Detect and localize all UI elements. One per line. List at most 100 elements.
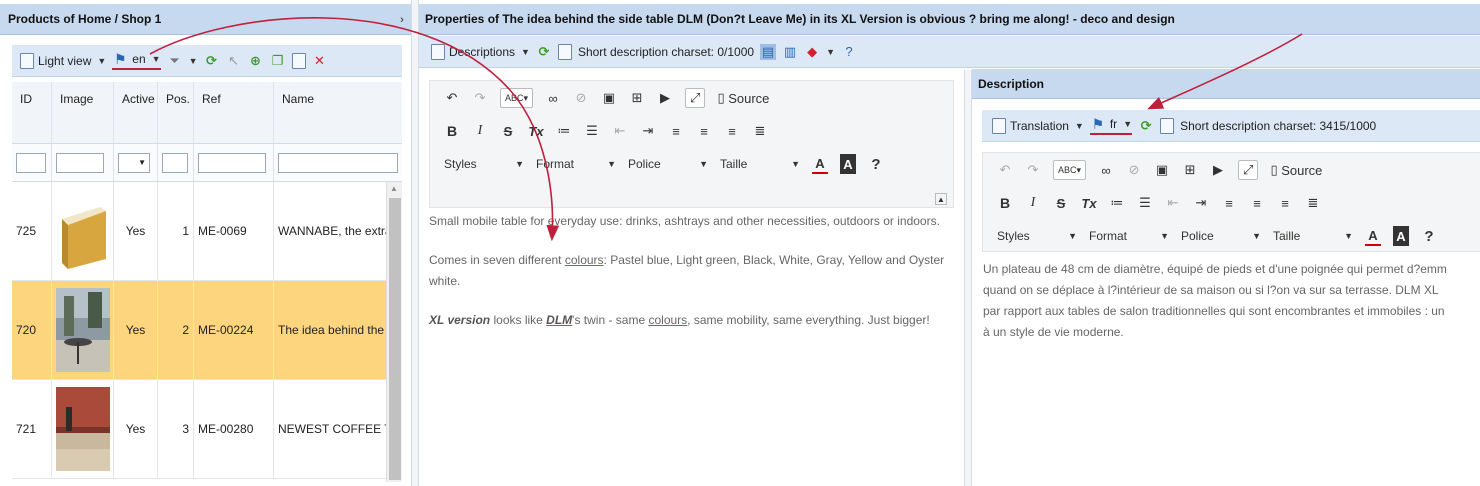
col-header-image[interactable]: Image bbox=[52, 82, 114, 143]
filter-active-select[interactable]: ▼ bbox=[118, 152, 150, 173]
align-right-icon[interactable]: ≡ bbox=[1277, 193, 1293, 213]
editor-content[interactable]: Small mobile table for everyday use: dri… bbox=[429, 211, 954, 349]
col-header-pos[interactable]: Pos. bbox=[158, 82, 194, 143]
page-icon[interactable] bbox=[1160, 117, 1175, 134]
undo-icon[interactable]: ↶ bbox=[444, 88, 460, 108]
description-content[interactable]: Un plateau de 48 cm de diamètre, équipé … bbox=[983, 259, 1480, 343]
view-mode-dropdown[interactable]: Light view ▼ bbox=[20, 52, 106, 69]
col-header-ref[interactable]: Ref bbox=[194, 82, 274, 143]
collapse-arrow-icon[interactable]: › bbox=[394, 12, 410, 28]
bulleted-list-icon[interactable]: ☰ bbox=[1137, 193, 1153, 213]
col-header-id[interactable]: ID bbox=[12, 82, 52, 143]
remove-format-icon[interactable]: Tx bbox=[528, 121, 544, 141]
bulleted-list-icon[interactable]: ☰ bbox=[584, 121, 600, 141]
indent-icon[interactable]: ⇥ bbox=[1193, 193, 1209, 213]
refresh-icon[interactable]: ⟳ bbox=[1138, 118, 1154, 134]
strikethrough-button[interactable]: S bbox=[500, 121, 516, 141]
link-icon[interactable]: ∞ bbox=[1098, 160, 1114, 180]
strikethrough-button[interactable]: S bbox=[1053, 193, 1069, 213]
styles-combo[interactable]: Styles ▼ bbox=[444, 157, 524, 171]
table-row[interactable]: 720 Yes 2 ME-00224 The idea behind the bbox=[12, 281, 386, 380]
duplicate-icon[interactable]: ❐ bbox=[270, 53, 286, 69]
scroll-up-icon[interactable]: ▲ bbox=[390, 184, 398, 193]
refresh-icon[interactable]: ⟳ bbox=[536, 44, 552, 60]
align-right-icon[interactable]: ≡ bbox=[724, 121, 740, 141]
link-icon[interactable]: ∞ bbox=[545, 88, 561, 108]
translation-dropdown[interactable]: Translation ▼ bbox=[992, 117, 1084, 134]
styles-combo[interactable]: Styles ▼ bbox=[997, 229, 1077, 243]
italic-button[interactable]: I bbox=[1025, 193, 1041, 213]
col-header-name[interactable]: Name bbox=[274, 82, 402, 143]
align-left-icon[interactable]: ≡ bbox=[668, 121, 684, 141]
redo-icon[interactable]: ↷ bbox=[472, 88, 488, 108]
undo-icon[interactable]: ↶ bbox=[997, 160, 1013, 180]
gem-dropdown[interactable]: ◆ ▼ bbox=[804, 44, 835, 60]
image-icon[interactable]: ▣ bbox=[601, 88, 617, 108]
language-dropdown[interactable]: ⚑ fr ▼ bbox=[1089, 116, 1133, 135]
font-combo[interactable]: Police ▼ bbox=[1181, 229, 1261, 243]
numbered-list-icon[interactable]: ≔ bbox=[556, 121, 572, 141]
italic-button[interactable]: I bbox=[472, 121, 488, 141]
remove-format-icon[interactable]: Tx bbox=[1081, 193, 1097, 213]
justify-icon[interactable]: ≣ bbox=[1305, 193, 1321, 213]
bold-button[interactable]: B bbox=[997, 193, 1013, 213]
format-combo[interactable]: Format ▼ bbox=[1089, 229, 1169, 243]
filter-pos-input[interactable] bbox=[162, 152, 188, 173]
maximize-icon[interactable]: ⤢ bbox=[685, 88, 706, 108]
help-icon[interactable]: ? bbox=[1421, 226, 1437, 246]
text-color-icon[interactable]: A bbox=[1365, 226, 1381, 246]
align-center-icon[interactable]: ≡ bbox=[696, 121, 712, 141]
page-icon[interactable] bbox=[557, 43, 572, 60]
unlink-icon[interactable]: ⊘ bbox=[1126, 160, 1142, 180]
descriptions-dropdown[interactable]: Descriptions ▼ bbox=[431, 43, 530, 60]
filter-id-input[interactable] bbox=[16, 152, 46, 173]
size-combo[interactable]: Taille ▼ bbox=[720, 157, 800, 171]
align-left-icon[interactable]: ≡ bbox=[1221, 193, 1237, 213]
panel-splitter[interactable] bbox=[411, 0, 419, 486]
bold-button[interactable]: B bbox=[444, 121, 460, 141]
text-color-icon[interactable]: A bbox=[812, 154, 828, 174]
select-pointer-icon[interactable]: ↖ bbox=[226, 53, 242, 69]
language-dropdown[interactable]: ⚑ en ▼ bbox=[112, 51, 161, 70]
youtube-icon[interactable]: ▶ bbox=[1210, 160, 1226, 180]
background-color-icon[interactable]: A bbox=[1393, 226, 1409, 246]
align-center-icon[interactable]: ≡ bbox=[1249, 193, 1265, 213]
maximize-icon[interactable]: ⤢ bbox=[1238, 160, 1259, 180]
source-button[interactable]: ▯ Source bbox=[717, 88, 769, 108]
format-combo[interactable]: Format ▼ bbox=[536, 157, 616, 171]
help-icon[interactable]: ? bbox=[841, 44, 857, 60]
horizontal-layout-icon[interactable]: ▤ bbox=[760, 43, 777, 60]
col-header-active[interactable]: Active bbox=[114, 82, 158, 143]
font-combo[interactable]: Police ▼ bbox=[628, 157, 708, 171]
export-icon[interactable] bbox=[291, 52, 306, 69]
size-combo[interactable]: Taille ▼ bbox=[1273, 229, 1353, 243]
image-icon[interactable]: ▣ bbox=[1154, 160, 1170, 180]
outdent-icon[interactable]: ⇤ bbox=[612, 121, 628, 141]
filter-name-input[interactable] bbox=[278, 152, 398, 173]
spellcheck-icon[interactable]: ABC▾ bbox=[500, 88, 534, 108]
collapse-toolbar-icon[interactable]: ▲ bbox=[935, 193, 947, 205]
table-icon[interactable]: ⊞ bbox=[629, 88, 645, 108]
unlink-icon[interactable]: ⊘ bbox=[573, 88, 589, 108]
spellcheck-icon[interactable]: ABC▾ bbox=[1053, 160, 1087, 180]
filter-image-input[interactable] bbox=[56, 152, 104, 173]
numbered-list-icon[interactable]: ≔ bbox=[1109, 193, 1125, 213]
add-icon[interactable]: ⊕ bbox=[248, 53, 264, 69]
editor-splitter[interactable] bbox=[964, 70, 972, 486]
refresh-icon[interactable]: ⟳ bbox=[204, 53, 220, 69]
table-icon[interactable]: ⊞ bbox=[1182, 160, 1198, 180]
delete-icon[interactable]: ✕ bbox=[312, 53, 328, 69]
youtube-icon[interactable]: ▶ bbox=[657, 88, 673, 108]
redo-icon[interactable]: ↷ bbox=[1025, 160, 1041, 180]
grid-scrollbar[interactable]: ▲ bbox=[386, 182, 402, 482]
source-button[interactable]: ▯ Source bbox=[1270, 160, 1322, 180]
table-row[interactable]: 725 Yes 1 ME-0069 WANNABE, the extra bbox=[12, 182, 386, 281]
scroll-thumb[interactable] bbox=[389, 198, 401, 480]
indent-icon[interactable]: ⇥ bbox=[640, 121, 656, 141]
background-color-icon[interactable]: A bbox=[840, 154, 856, 174]
help-icon[interactable]: ? bbox=[868, 154, 884, 174]
filter-ref-input[interactable] bbox=[198, 152, 266, 173]
vertical-layout-icon[interactable]: ▥ bbox=[782, 44, 798, 60]
outdent-icon[interactable]: ⇤ bbox=[1165, 193, 1181, 213]
table-row[interactable]: 721 Yes 3 ME-00280 NEWEST COFFEE TA bbox=[12, 380, 386, 479]
